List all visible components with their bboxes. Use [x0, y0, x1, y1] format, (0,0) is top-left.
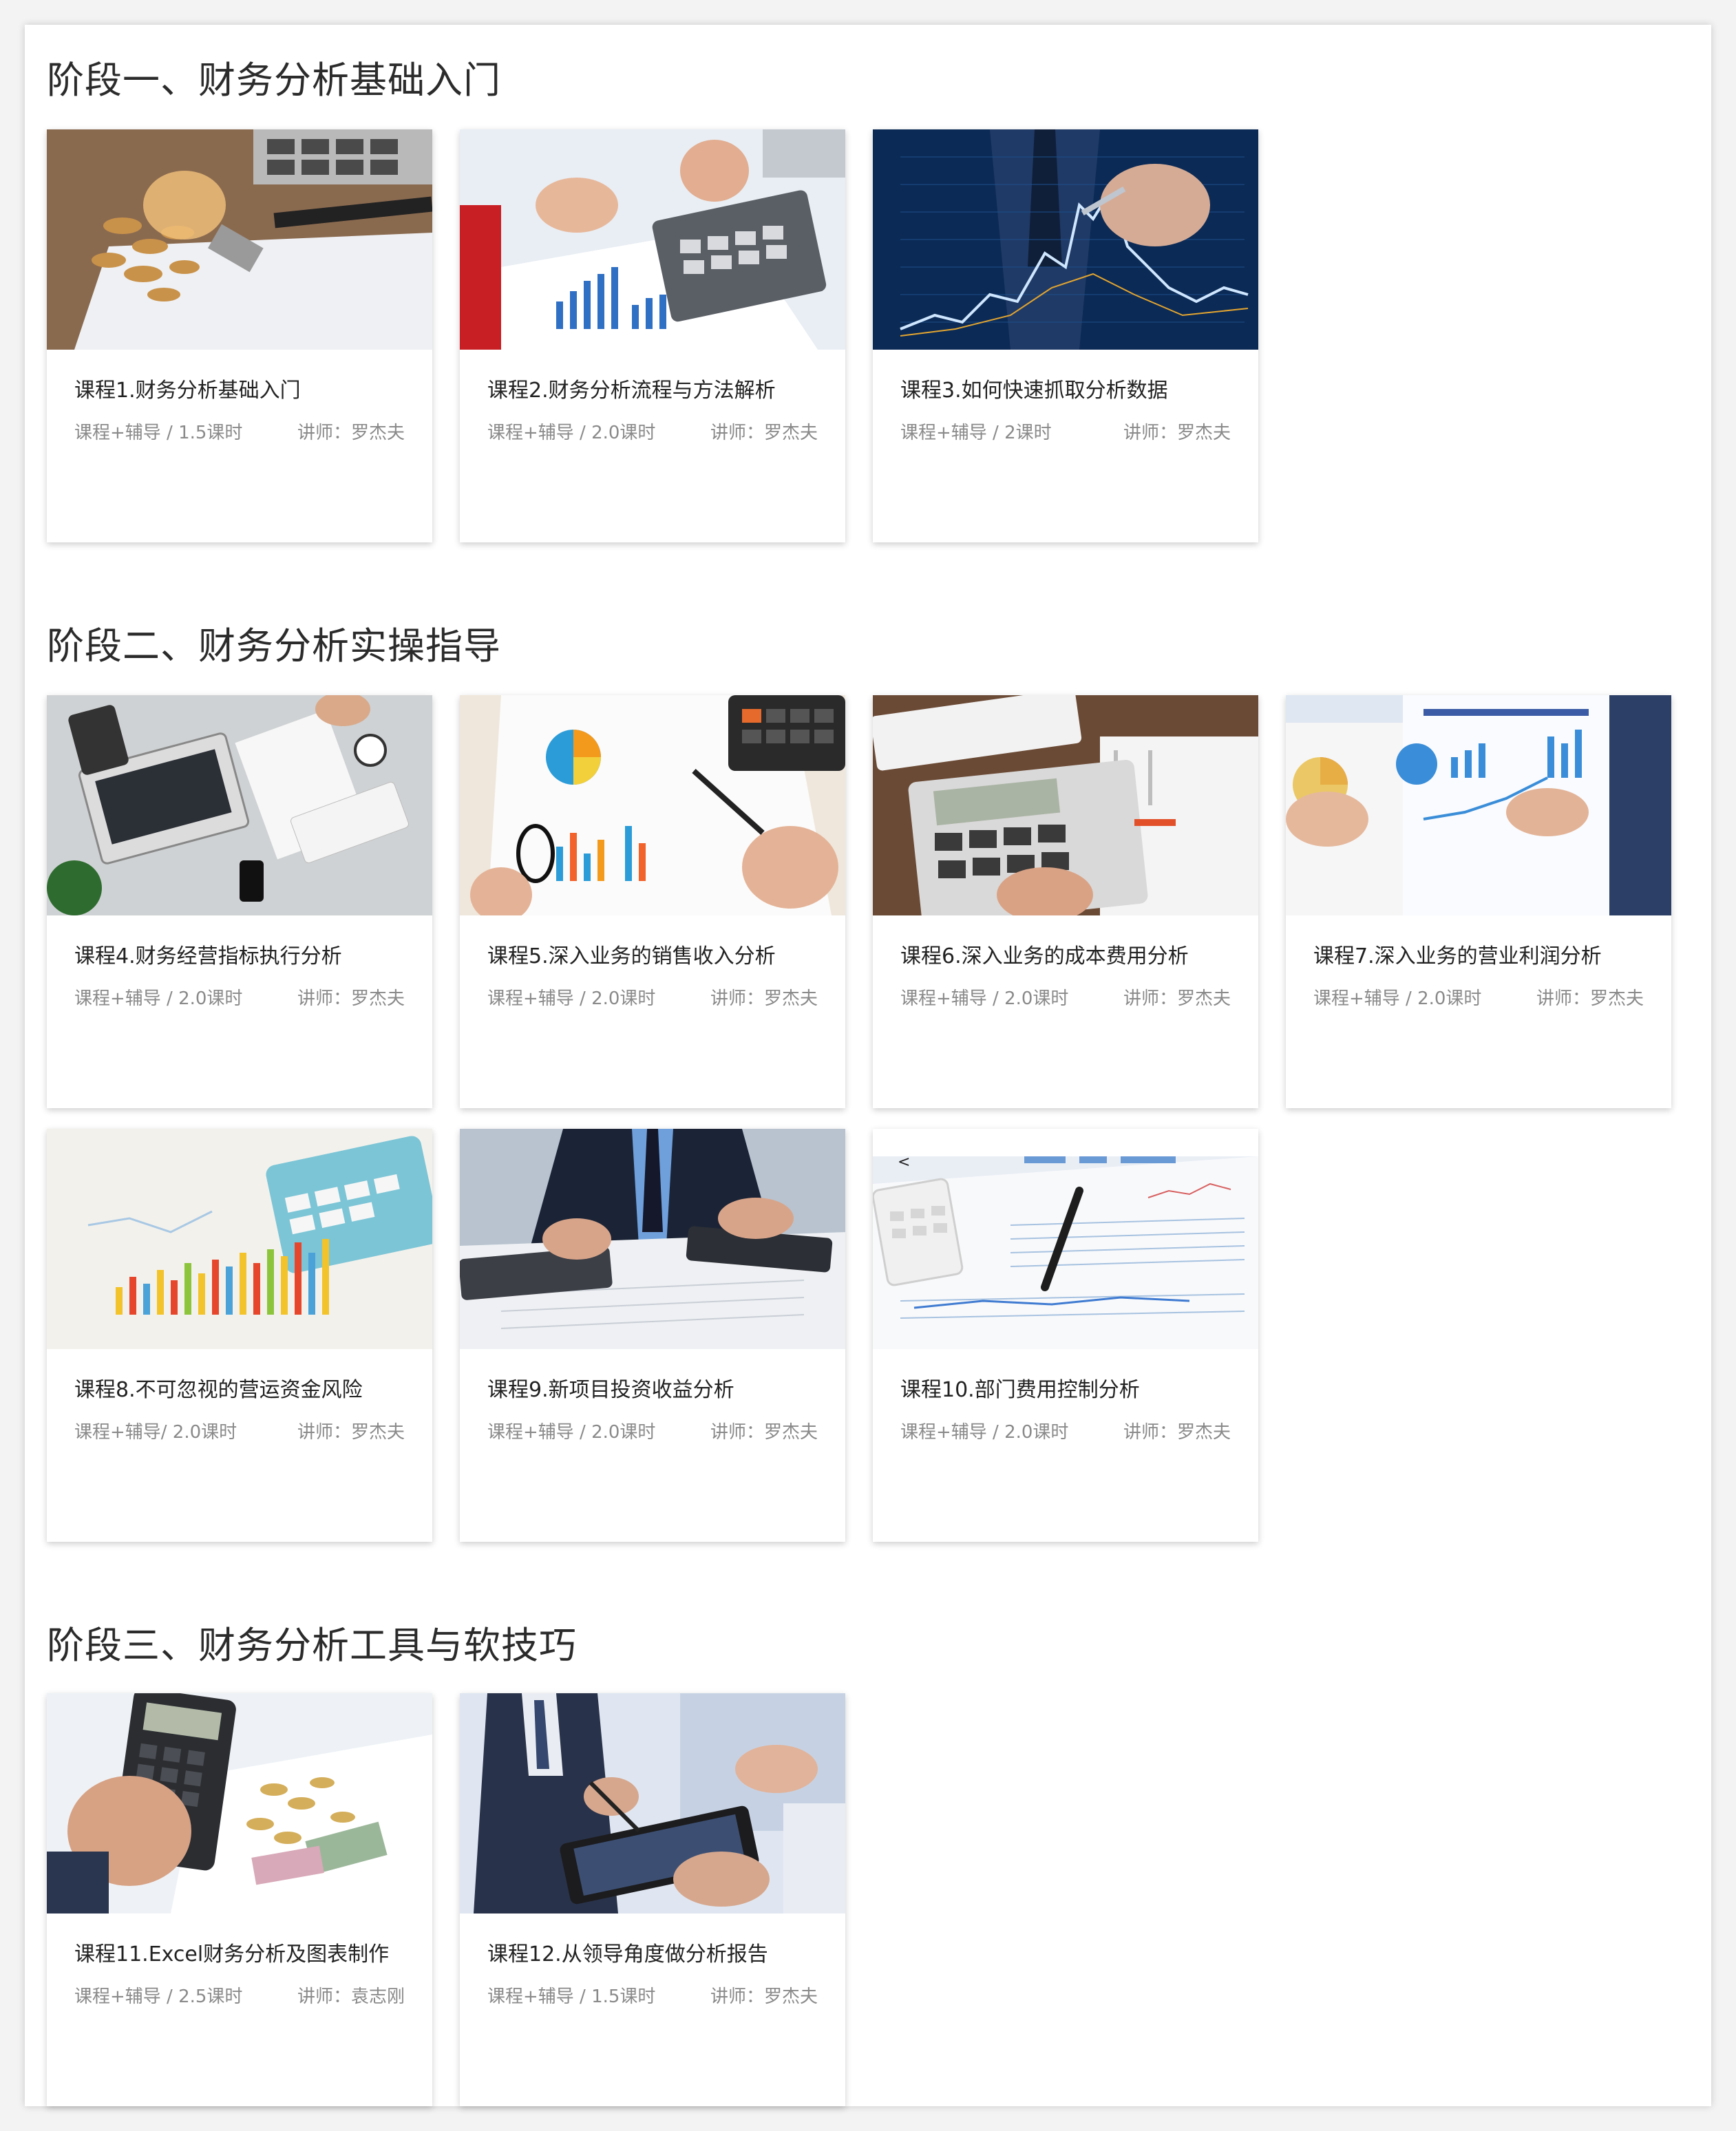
course-meta: 课程+辅导 / 2.0课时: [487, 423, 656, 443]
course-thumbnail-8: [47, 1129, 432, 1349]
course-title: 课程12.从领导角度做分析报告: [487, 1942, 768, 1966]
course-meta: 课程+辅导/ 2.0课时: [74, 1422, 237, 1443]
course-card-3[interactable]: 课程3.如何快速抓取分析数据 课程+辅导 / 2课时 讲师：罗杰夫: [873, 129, 1258, 542]
course-catalog-panel: 阶段一、财务分析基础入门 课程1.财务分析基础入门 课程+辅导 / 1.5课时 …: [25, 25, 1711, 2106]
course-teacher: 讲师：罗杰夫: [710, 1986, 818, 2007]
course-card-9[interactable]: 课程9.新项目投资收益分析 课程+辅导 / 2.0课时 讲师：罗杰夫: [460, 1129, 845, 1542]
course-meta: 课程+辅导 / 2.0课时: [900, 988, 1069, 1009]
course-card-5[interactable]: 课程5.深入业务的销售收入分析 课程+辅导 / 2.0课时 讲师：罗杰夫: [460, 695, 845, 1108]
course-teacher: 讲师：罗杰夫: [1123, 988, 1231, 1009]
course-thumbnail-3: [873, 129, 1258, 350]
course-thumbnail-10: [873, 1156, 1258, 1349]
course-thumbnail-4: [47, 695, 432, 915]
stray-text: <: [898, 1154, 911, 1171]
course-teacher: 讲师：罗杰夫: [1123, 1422, 1231, 1443]
course-meta: 课程+辅导 / 2.0课时: [1313, 988, 1482, 1009]
course-meta: 课程+辅导 / 2课时: [900, 423, 1052, 443]
course-card-4[interactable]: 课程4.财务经营指标执行分析 课程+辅导 / 2.0课时 讲师：罗杰夫: [47, 695, 432, 1108]
course-title: 课程8.不可忽视的营运资金风险: [74, 1378, 363, 1402]
course-title: 课程7.深入业务的营业利润分析: [1313, 944, 1602, 968]
course-thumbnail-1: [47, 129, 432, 350]
course-meta: 课程+辅导 / 2.0课时: [487, 988, 656, 1009]
course-title: 课程5.深入业务的销售收入分析: [487, 944, 776, 968]
stage-title-2: 阶段二、财务分析实操指导: [47, 624, 501, 668]
course-meta: 课程+辅导 / 1.5课时: [487, 1986, 656, 2007]
course-thumbnail-11: [47, 1693, 432, 1913]
course-meta: 课程+辅导 / 2.0课时: [900, 1422, 1069, 1443]
course-thumbnail-12: [460, 1693, 845, 1913]
course-meta: 课程+辅导 / 2.0课时: [74, 988, 243, 1009]
course-teacher: 讲师：罗杰夫: [710, 988, 818, 1009]
course-teacher: 讲师：罗杰夫: [1536, 988, 1644, 1009]
course-meta: 课程+辅导 / 1.5课时: [74, 423, 243, 443]
course-card-1[interactable]: 课程1.财务分析基础入门 课程+辅导 / 1.5课时 讲师：罗杰夫: [47, 129, 432, 542]
stage-title-1: 阶段一、财务分析基础入门: [47, 59, 501, 102]
course-title: 课程6.深入业务的成本费用分析: [900, 944, 1189, 968]
course-card-12[interactable]: 课程12.从领导角度做分析报告 课程+辅导 / 1.5课时 讲师：罗杰夫: [460, 1693, 845, 2106]
course-thumbnail-7: [1286, 695, 1671, 915]
course-title: 课程11.Excel财务分析及图表制作: [74, 1942, 390, 1966]
course-thumbnail-6: [873, 695, 1258, 915]
course-card-11[interactable]: 课程11.Excel财务分析及图表制作 课程+辅导 / 2.5课时 讲师：袁志刚: [47, 1693, 432, 2106]
course-title: 课程10.部门费用控制分析: [900, 1378, 1140, 1402]
course-thumbnail-5: [460, 695, 845, 915]
course-title: 课程3.如何快速抓取分析数据: [900, 379, 1168, 403]
course-teacher: 讲师：袁志刚: [297, 1986, 405, 2007]
course-teacher: 讲师：罗杰夫: [297, 423, 405, 443]
course-thumbnail-9: [460, 1129, 845, 1349]
course-meta: 课程+辅导 / 2.5课时: [74, 1986, 243, 2007]
course-teacher: 讲师：罗杰夫: [710, 423, 818, 443]
course-teacher: 讲师：罗杰夫: [297, 1422, 405, 1443]
course-thumbnail-2: [460, 129, 845, 350]
course-meta: 课程+辅导 / 2.0课时: [487, 1422, 656, 1443]
course-teacher: 讲师：罗杰夫: [297, 988, 405, 1009]
course-card-8[interactable]: 课程8.不可忽视的营运资金风险 课程+辅导/ 2.0课时 讲师：罗杰夫: [47, 1129, 432, 1542]
course-teacher: 讲师：罗杰夫: [710, 1422, 818, 1443]
course-title: 课程9.新项目投资收益分析: [487, 1378, 734, 1402]
course-card-10[interactable]: 课程10.部门费用控制分析 课程+辅导 / 2.0课时 讲师：罗杰夫: [873, 1129, 1258, 1542]
course-card-7[interactable]: 课程7.深入业务的营业利润分析 课程+辅导 / 2.0课时 讲师：罗杰夫: [1286, 695, 1671, 1108]
course-card-6[interactable]: 课程6.深入业务的成本费用分析 课程+辅导 / 2.0课时 讲师：罗杰夫: [873, 695, 1258, 1108]
course-title: 课程1.财务分析基础入门: [74, 379, 301, 403]
course-card-2[interactable]: 课程2.财务分析流程与方法解析 课程+辅导 / 2.0课时 讲师：罗杰夫: [460, 129, 845, 542]
stage-title-3: 阶段三、财务分析工具与软技巧: [47, 1624, 577, 1667]
course-title: 课程2.财务分析流程与方法解析: [487, 379, 776, 403]
course-title: 课程4.财务经营指标执行分析: [74, 944, 342, 968]
course-teacher: 讲师：罗杰夫: [1123, 423, 1231, 443]
